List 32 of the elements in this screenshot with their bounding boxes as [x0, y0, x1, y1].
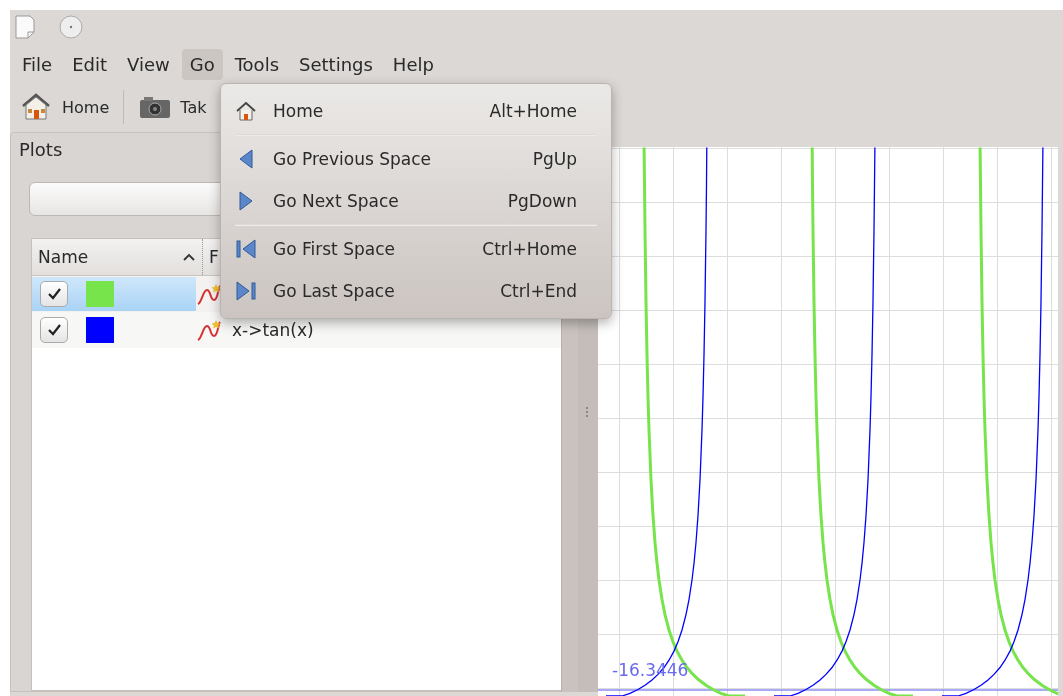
menu-item[interactable]: Go First Space Ctrl+Home: [221, 228, 611, 270]
menu-item[interactable]: Edit: [64, 48, 115, 80]
toolbar-button[interactable]: Tak: [132, 89, 213, 125]
skip-back-icon: [235, 238, 257, 260]
checkbox[interactable]: [40, 317, 68, 343]
checkbox[interactable]: [40, 281, 68, 307]
menu-item[interactable]: Go Previous Space PgUp: [221, 138, 611, 180]
menu-item[interactable]: Home Alt+Home: [221, 90, 611, 132]
checkmark-icon: [46, 286, 62, 302]
sort-ascending-icon: [182, 251, 196, 263]
function-plot-icon: [196, 318, 222, 342]
toolbar-button[interactable]: Home: [14, 89, 116, 125]
panel-title: Plots: [19, 139, 63, 160]
menu-item[interactable]: File: [14, 48, 61, 80]
menu-item[interactable]: Help: [384, 48, 442, 80]
color-swatch[interactable]: [86, 281, 114, 307]
menu-item[interactable]: Go Next Space PgDown: [221, 180, 611, 222]
menu-item[interactable]: Go: [181, 48, 223, 80]
checkmark-icon: [46, 322, 62, 338]
function-text: x->tan(x): [232, 320, 314, 340]
menu-item[interactable]: Tools: [226, 48, 287, 80]
circle-button-icon[interactable]: [58, 14, 84, 40]
column-header[interactable]: F: [203, 239, 219, 275]
skip-forward-icon: [235, 280, 257, 302]
column-header[interactable]: Name: [32, 239, 203, 275]
house-icon: [235, 100, 257, 122]
document-icon[interactable]: [14, 14, 36, 40]
color-swatch[interactable]: [86, 317, 114, 343]
menu-item[interactable]: Settings: [291, 48, 381, 80]
function-plot-icon: [196, 282, 222, 306]
menu-item[interactable]: Go Last Space Ctrl+End: [221, 270, 611, 312]
menu-item[interactable]: View: [119, 48, 178, 80]
